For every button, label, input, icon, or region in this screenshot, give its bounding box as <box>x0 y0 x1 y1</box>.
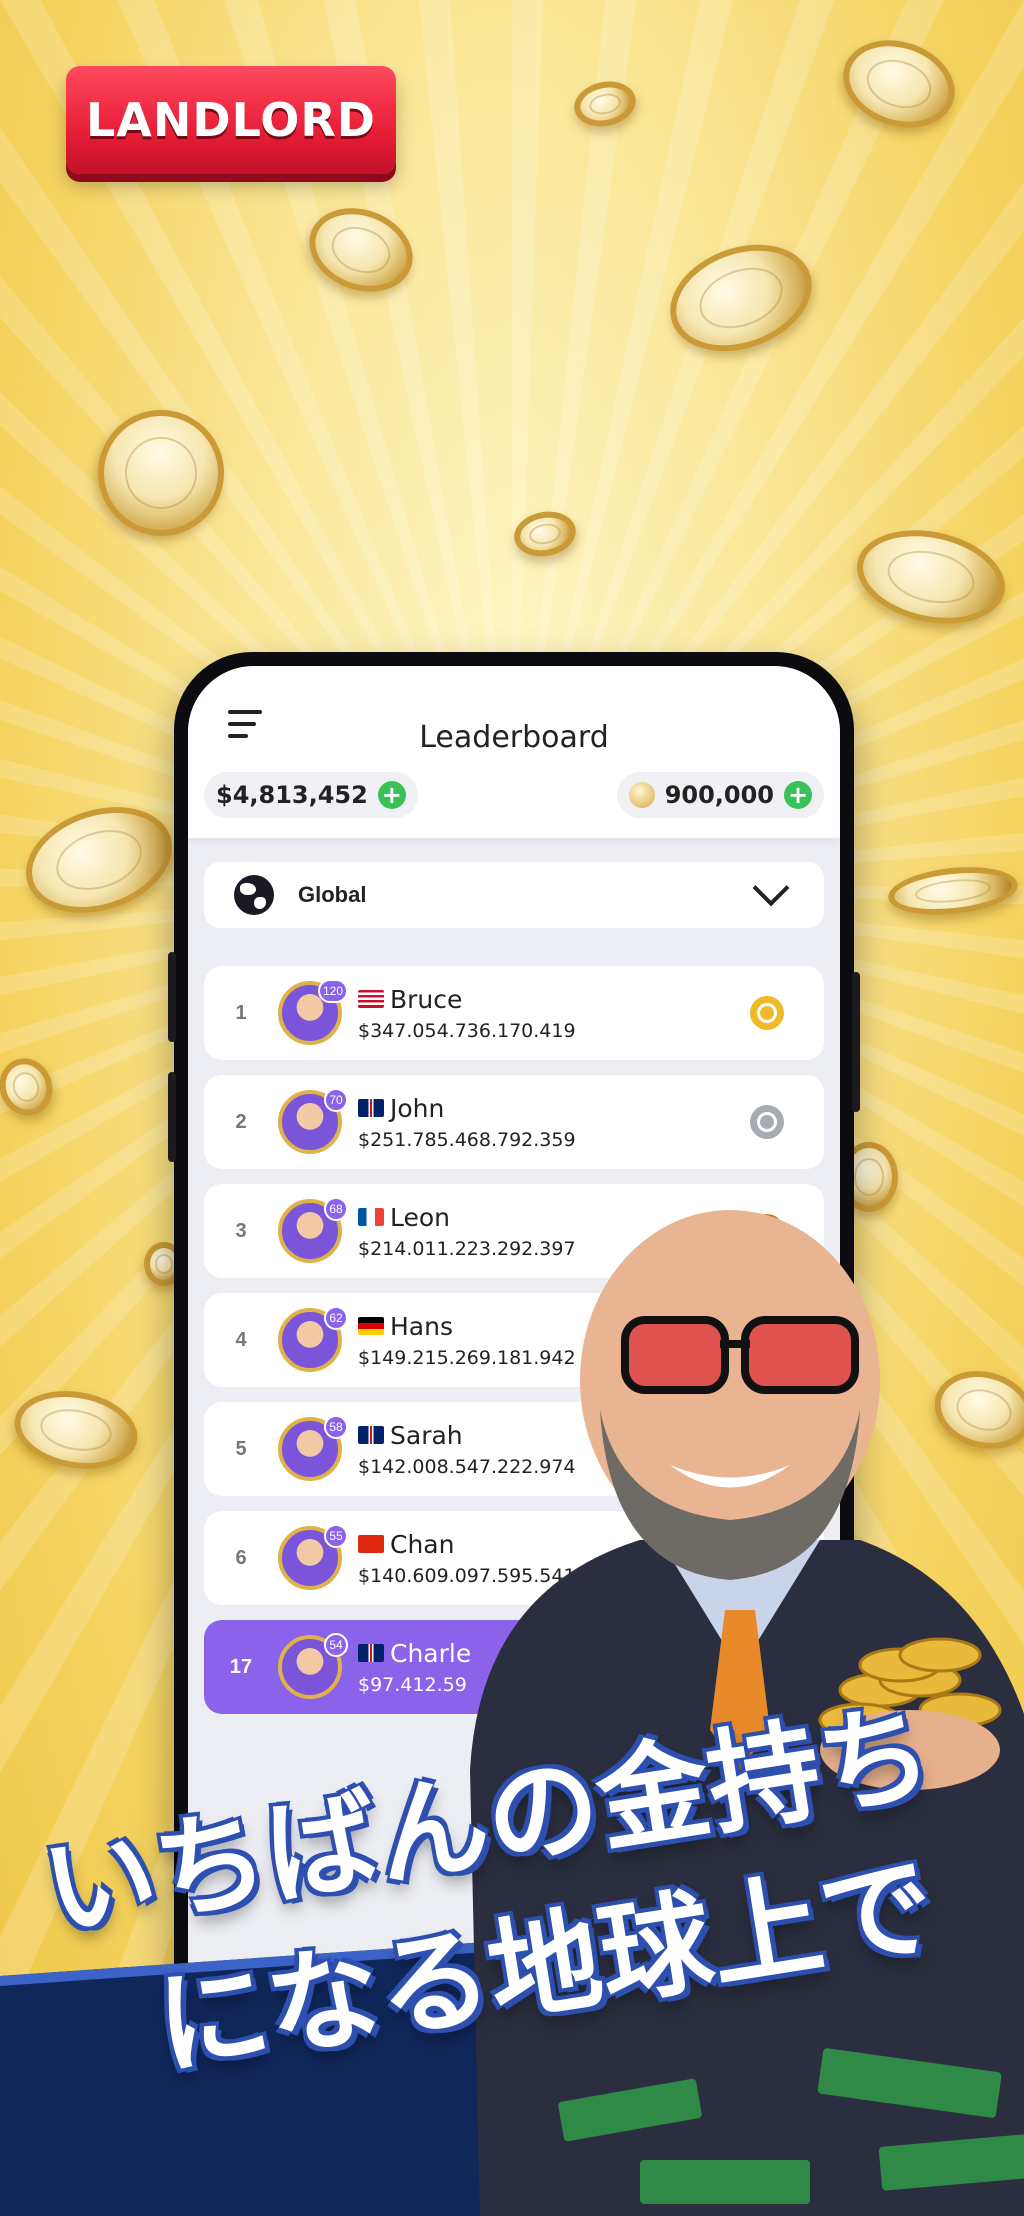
cn-flag-icon <box>358 1535 384 1553</box>
coin-icon <box>0 1050 61 1124</box>
coin-icon <box>655 226 827 370</box>
coin-icon <box>628 782 655 808</box>
level-badge: 68 <box>324 1197 348 1221</box>
rank-number: 1 <box>235 1001 247 1024</box>
level-badge: 54 <box>324 1633 348 1657</box>
leaderboard-row[interactable]: 1 120 Bruce $347.054.736.170.419 <box>204 966 824 1060</box>
player-name-line: Bruce <box>358 985 576 1014</box>
coin-icon <box>848 517 1014 637</box>
add-coins-button[interactable]: + <box>784 781 812 809</box>
us-flag-icon <box>358 990 384 1008</box>
rank-number: 6 <box>235 1546 247 1569</box>
player-name: John <box>390 1093 445 1123</box>
coin-icon <box>831 26 967 142</box>
add-cash-button[interactable]: + <box>377 781 406 809</box>
gb-flag-icon <box>358 1426 384 1444</box>
player-net-worth: $347.054.736.170.419 <box>358 1019 576 1042</box>
coin-icon <box>74 386 248 560</box>
level-badge: 70 <box>324 1088 348 1112</box>
region-filter-value: Global <box>298 882 367 907</box>
coin-balance: 900,000 + <box>616 772 824 818</box>
top-bar: Leaderboard $4,813,452 + 900,000 + <box>188 666 840 838</box>
coin-icon <box>12 789 186 931</box>
rank-number: 2 <box>235 1110 247 1133</box>
level-badge: 55 <box>324 1524 348 1548</box>
gold-medal-icon <box>750 996 784 1030</box>
avatar[interactable]: 62 <box>278 1306 348 1372</box>
avatar[interactable]: 58 <box>278 1415 348 1481</box>
page-title: Leaderboard <box>419 720 609 755</box>
coin-icon <box>510 506 580 562</box>
phone-side-button <box>852 972 860 1112</box>
cash-balance: $4,813,452 + <box>204 772 418 818</box>
region-filter-dropdown[interactable]: Global <box>204 862 824 928</box>
player-info: John $251.785.468.792.359 <box>358 1094 576 1151</box>
avatar[interactable]: 120 <box>278 979 348 1045</box>
coin-icon <box>297 194 425 306</box>
coin-icon <box>570 76 640 132</box>
player-name: Bruce <box>390 984 463 1014</box>
player-name-line: John <box>358 1094 576 1123</box>
fr-flag-icon <box>358 1208 384 1226</box>
silver-medal-icon <box>750 1105 784 1139</box>
de-flag-icon <box>358 1317 384 1335</box>
rank-number: 17 <box>229 1655 253 1678</box>
landlord-logo: LANDLORD <box>66 66 396 174</box>
chevron-down-icon <box>752 869 790 907</box>
level-badge: 58 <box>324 1415 348 1439</box>
level-badge: 62 <box>324 1306 348 1330</box>
leaderboard-row[interactable]: 2 70 John $251.785.468.792.359 <box>204 1075 824 1169</box>
avatar[interactable]: 70 <box>278 1088 348 1154</box>
globe-icon <box>234 875 274 915</box>
gb-flag-icon <box>358 1644 384 1662</box>
cash-amount: $4,813,452 <box>216 781 368 809</box>
coin-icon <box>8 1381 144 1479</box>
gb-flag-icon <box>358 1099 384 1117</box>
avatar[interactable]: 54 <box>278 1633 348 1699</box>
rank-number: 5 <box>235 1437 247 1460</box>
level-badge: 120 <box>317 979 348 1003</box>
coin-amount: 900,000 <box>664 781 774 809</box>
phone-side-button <box>168 952 176 1042</box>
rank-number: 3 <box>235 1219 247 1242</box>
phone-side-button <box>168 1072 176 1162</box>
rank-number: 4 <box>235 1328 247 1351</box>
avatar[interactable]: 68 <box>278 1197 348 1263</box>
avatar[interactable]: 55 <box>278 1524 348 1590</box>
coin-icon <box>885 861 1021 921</box>
logo-text: LANDLORD <box>86 93 376 147</box>
player-info: Bruce $347.054.736.170.419 <box>358 985 576 1042</box>
player-net-worth: $251.785.468.792.359 <box>358 1128 576 1151</box>
